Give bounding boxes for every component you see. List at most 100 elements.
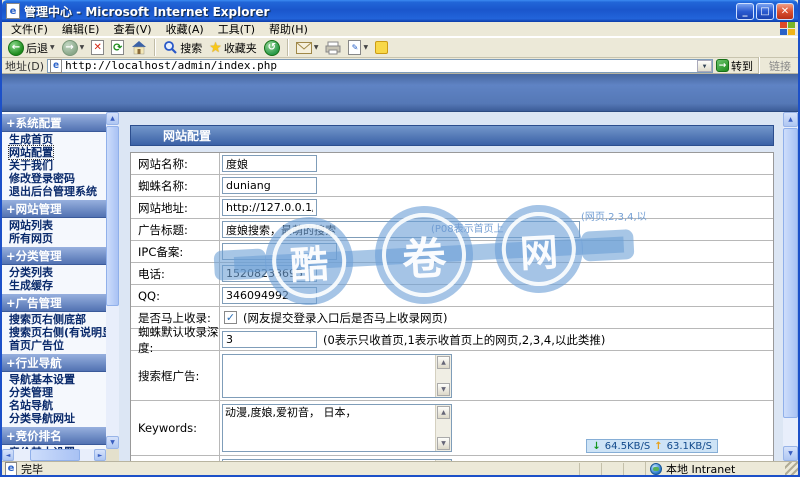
spider-depth-input[interactable] <box>222 331 317 348</box>
sidebar-section-system[interactable]: +系统配置 <box>2 114 106 132</box>
sidebar-item-site-list[interactable]: 网站列表 <box>2 219 106 232</box>
scroll-up-icon[interactable]: ▲ <box>437 460 450 461</box>
keywords-textarea[interactable]: 动漫,度娘,爱初音， 日本， ▲ ▼ <box>222 404 452 452</box>
sidebar-section-category[interactable]: +分类管理 <box>2 247 106 265</box>
sidebar-item-home-ad-slot[interactable]: 首页广告位 <box>2 339 106 352</box>
sidebar-item-change-password[interactable]: 修改登录密码 <box>2 172 106 185</box>
forward-dropdown-icon[interactable]: ▼ <box>80 44 85 51</box>
sidebar-item-category-list[interactable]: 分类列表 <box>2 266 106 279</box>
status-message-pane: e 完毕 <box>5 461 579 475</box>
menu-help[interactable]: 帮助(H) <box>262 22 315 37</box>
textarea-scrollbar[interactable]: ▲ <box>435 459 451 461</box>
favorites-button[interactable]: ★ 收藏夹 <box>207 38 259 57</box>
scroll-down-icon[interactable]: ▼ <box>437 382 450 396</box>
address-dropdown-icon[interactable]: ▼ <box>697 59 712 72</box>
scroll-down-icon[interactable]: ▼ <box>106 436 119 449</box>
sidebar-item-generate-cache[interactable]: 生成缓存 <box>2 279 106 292</box>
stop-button[interactable]: ✕ <box>89 38 106 57</box>
intranet-globe-icon <box>650 462 662 475</box>
mail-button[interactable]: ▼ <box>294 38 321 57</box>
sidebar-horizontal-scrollbar[interactable]: ◄ ► <box>2 449 106 461</box>
messenger-icon <box>375 41 389 54</box>
field-label: IPC备案: <box>131 241 220 262</box>
address-url: http://localhost/admin/index.php <box>65 59 277 72</box>
standard-toolbar: ← 后退 ▼ → ▼ ✕ ⟳ 搜索 ★ 收藏夹 ↺ ▼ ✎ ▼ <box>2 37 798 58</box>
scroll-up-icon[interactable]: ▲ <box>437 406 450 419</box>
spider-name-input[interactable] <box>222 177 317 194</box>
sidebar-vertical-scrollbar[interactable]: ▲ ▼ <box>106 112 119 449</box>
description-textarea[interactable]: 度娘搜索，最萌的搜索引擎XXXX ▲ <box>222 458 452 462</box>
menu-tools[interactable]: 工具(T) <box>211 22 262 37</box>
config-table: 网站名称: 蜘蛛名称: 网站地址: 广告标题: <box>130 152 774 461</box>
sidebar-item-logout[interactable]: 退出后台管理系统 <box>2 185 106 198</box>
sidebar-item-about-us[interactable]: 关于我们 <box>2 159 106 172</box>
ipc-input[interactable] <box>222 243 337 260</box>
menu-favorites[interactable]: 收藏(A) <box>159 22 211 37</box>
close-button[interactable]: ✕ <box>776 2 794 20</box>
go-button[interactable]: → 转到 <box>716 58 753 74</box>
address-input[interactable]: e http://localhost/admin/index.php ▼ <box>47 58 713 73</box>
scrollbar-thumb[interactable] <box>30 449 80 461</box>
links-label[interactable]: 链接 <box>765 58 795 74</box>
menu-edit[interactable]: 编辑(E) <box>55 22 107 37</box>
scrollbar-thumb[interactable] <box>783 128 798 418</box>
status-segment <box>601 462 623 475</box>
sidebar-item-label: 首页广告位 <box>9 339 64 352</box>
scroll-up-icon[interactable]: ▲ <box>783 112 798 127</box>
sidebar-item-generate-home[interactable]: 生成首页 <box>2 133 106 146</box>
sidebar-section-ads[interactable]: +广告管理 <box>2 294 106 312</box>
form-title-bar: 网站配置 <box>130 125 774 146</box>
sidebar-item-site-config[interactable]: 网站配置 <box>2 145 106 160</box>
minimize-button[interactable]: _ <box>736 2 754 20</box>
address-label: 地址(D) <box>5 59 45 73</box>
sidebar-item-famous-sites[interactable]: 名站导航 <box>2 399 106 412</box>
resize-grip[interactable] <box>785 462 798 475</box>
refresh-button[interactable]: ⟳ <box>109 38 126 57</box>
scroll-right-icon[interactable]: ► <box>94 449 106 461</box>
mail-dropdown-icon[interactable]: ▼ <box>314 44 319 51</box>
stop-icon: ✕ <box>91 40 105 55</box>
scroll-left-icon[interactable]: ◄ <box>2 449 14 461</box>
sidebar-item-search-right-bottom[interactable]: 搜索页右侧底部 <box>2 313 106 326</box>
menu-view[interactable]: 查看(V) <box>106 22 158 37</box>
print-button[interactable] <box>323 38 343 57</box>
forward-button[interactable]: → ▼ <box>60 38 87 57</box>
textarea-scrollbar[interactable]: ▲ ▼ <box>435 354 451 397</box>
sidebar-section-website[interactable]: +网站管理 <box>2 200 106 218</box>
scroll-down-icon[interactable]: ▼ <box>437 437 450 450</box>
sidebar-section-industry-nav[interactable]: +行业导航 <box>2 354 106 372</box>
main-vertical-scrollbar[interactable]: ▲ ▼ <box>783 112 798 461</box>
scroll-down-icon[interactable]: ▼ <box>783 446 798 461</box>
searchbox-ad-textarea[interactable]: ▲ ▼ <box>222 353 452 398</box>
maximize-button[interactable]: □ <box>756 2 774 20</box>
back-button[interactable]: ← 后退 ▼ <box>6 38 57 57</box>
ad-title-input[interactable] <box>222 221 580 238</box>
sidebar-item-all-pages[interactable]: 所有网页 <box>2 232 106 245</box>
qq-input[interactable] <box>222 287 317 304</box>
sidebar-item-nav-basic[interactable]: 导航基本设置 <box>2 373 106 386</box>
scroll-up-icon[interactable]: ▲ <box>106 112 119 125</box>
instant-index-checkbox[interactable]: ✓ <box>224 311 237 324</box>
sidebar-section-bidding[interactable]: +竞价排名 <box>2 427 106 445</box>
site-url-input[interactable] <box>222 199 317 216</box>
site-name-input[interactable] <box>222 155 317 172</box>
zone-text: 本地 Intranet <box>666 462 736 476</box>
scroll-up-icon[interactable]: ▲ <box>437 355 450 369</box>
phone-input[interactable] <box>222 265 317 282</box>
sidebar-item-nav-urls[interactable]: 分类导航网址 <box>2 412 106 425</box>
search-button[interactable]: 搜索 <box>161 38 204 57</box>
textarea-scrollbar[interactable]: ▲ ▼ <box>435 405 451 451</box>
edit-dropdown-icon[interactable]: ▼ <box>363 44 368 51</box>
back-dropdown-icon[interactable]: ▼ <box>50 44 55 51</box>
history-button[interactable]: ↺ <box>262 38 282 57</box>
menu-file[interactable]: 文件(F) <box>4 22 55 37</box>
sidebar-item-nav-category[interactable]: 分类管理 <box>2 386 106 399</box>
sidebar-item-search-right-note[interactable]: 搜索页右侧(有说明显示) <box>2 326 106 339</box>
textarea-text: 度娘搜索，最萌的搜索引擎XXXX <box>225 461 433 462</box>
messenger-button[interactable] <box>373 38 390 57</box>
sidebar-item-label: 关于我们 <box>9 159 53 172</box>
scrollbar-thumb[interactable] <box>106 126 119 306</box>
toolbar-separator <box>286 39 289 56</box>
edit-button[interactable]: ✎ ▼ <box>346 38 370 57</box>
home-button[interactable] <box>129 38 149 57</box>
